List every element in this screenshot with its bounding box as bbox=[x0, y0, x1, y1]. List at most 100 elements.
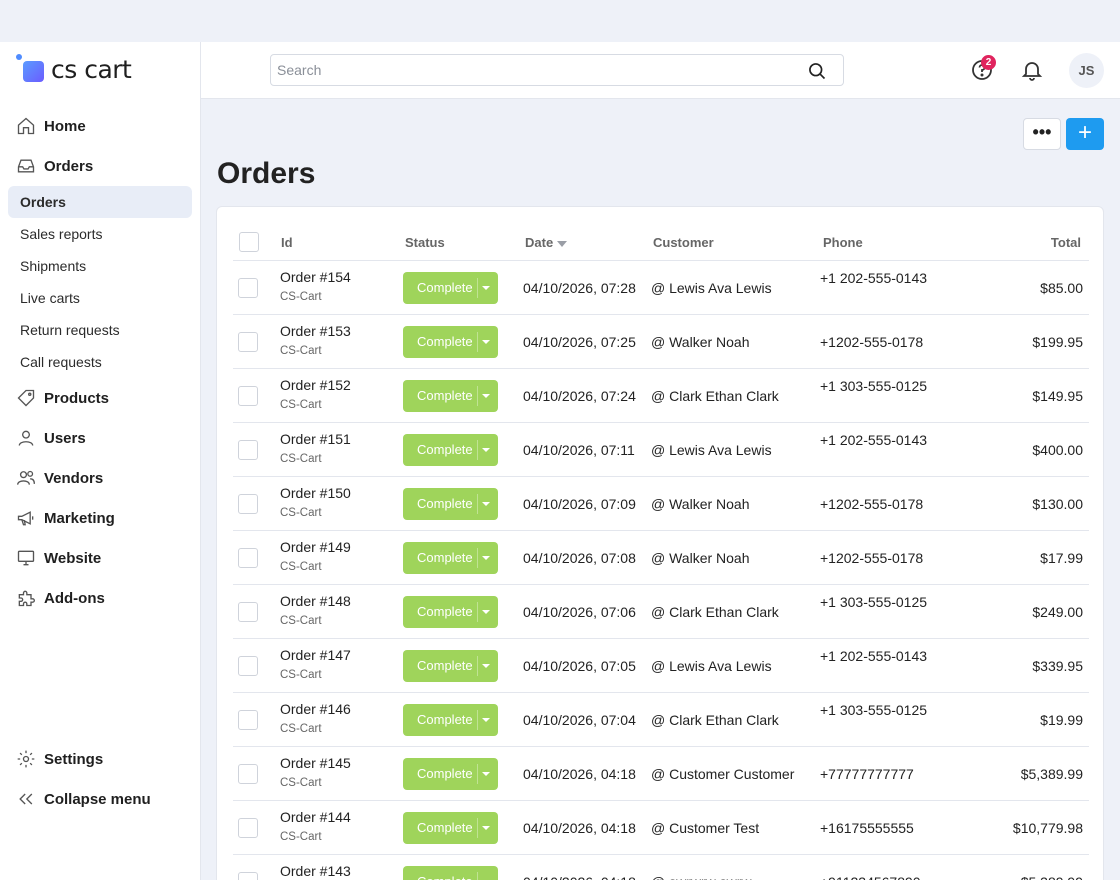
customer-link[interactable]: @ Clark Ethan Clark bbox=[651, 388, 779, 404]
row-checkbox[interactable] bbox=[238, 710, 258, 730]
table-row[interactable]: Order #143CS-CartComplete04/10/2026, 04:… bbox=[233, 855, 1089, 880]
table-row[interactable]: Order #144 CS-Cart Complete 04/10/2026, 04:… bbox=[233, 801, 1089, 855]
brand-logo[interactable]: cs cart bbox=[16, 54, 132, 84]
customer-link[interactable]: @ Walker Noah bbox=[651, 550, 750, 566]
sidebar-subitem-sales-reports[interactable]: Sales reports bbox=[0, 218, 200, 250]
status-dropdown[interactable]: Complete bbox=[403, 434, 498, 466]
customer-link[interactable]: @ Clark Ethan Clark bbox=[651, 604, 779, 620]
order-total: $339.95 bbox=[1032, 658, 1083, 674]
sidebar-subitem-call-requests[interactable]: Call requests bbox=[0, 346, 200, 378]
row-checkbox[interactable] bbox=[238, 494, 258, 514]
status-dropdown[interactable]: Complete bbox=[403, 326, 498, 358]
order-id-link[interactable]: Order #147 bbox=[280, 647, 351, 663]
table-row[interactable]: Order #146 CS-Cart Complete 04/10/2026, 07:… bbox=[233, 693, 1089, 747]
column-header-phone[interactable]: Phone bbox=[823, 235, 863, 250]
status-dropdown[interactable]: Complete bbox=[403, 380, 498, 412]
row-checkbox[interactable] bbox=[238, 278, 258, 298]
row-checkbox[interactable] bbox=[238, 548, 258, 568]
order-id-link[interactable]: Order #148 bbox=[280, 593, 351, 609]
customer-link[interactable]: @ Customer Customer bbox=[651, 766, 794, 782]
order-id-link[interactable]: Order #146 bbox=[280, 701, 351, 717]
sidebar-item-orders[interactable]: Orders bbox=[0, 146, 200, 186]
sidebar-item-marketing[interactable]: Marketing bbox=[0, 498, 200, 538]
customer-link[interactable]: @ Walker Noah bbox=[651, 334, 750, 350]
chevron-down-icon bbox=[479, 272, 493, 304]
row-checkbox[interactable] bbox=[238, 332, 258, 352]
search-input[interactable] bbox=[271, 55, 791, 85]
order-id-link[interactable]: Order #151 bbox=[280, 431, 351, 447]
chevron-down-icon bbox=[479, 488, 493, 520]
row-checkbox[interactable] bbox=[238, 818, 258, 838]
table-row[interactable]: Order #148 CS-Cart Complete 04/10/2026, 07:… bbox=[233, 585, 1089, 639]
user-icon bbox=[18, 430, 34, 446]
more-actions-button[interactable]: ••• bbox=[1023, 118, 1061, 150]
order-id-link[interactable]: Order #145 bbox=[280, 755, 351, 771]
table-row[interactable]: Order #154 CS-Cart Complete 04/10/2026, 07:… bbox=[233, 261, 1089, 315]
row-checkbox[interactable] bbox=[238, 602, 258, 622]
row-checkbox[interactable] bbox=[238, 764, 258, 784]
status-dropdown[interactable]: Complete bbox=[403, 758, 498, 790]
status-dropdown[interactable]: Complete bbox=[403, 272, 498, 304]
row-checkbox[interactable] bbox=[238, 872, 258, 880]
order-storefront: CS-Cart bbox=[280, 669, 322, 681]
status-dropdown[interactable]: Complete bbox=[403, 596, 498, 628]
sidebar-item-collapse-menu[interactable]: Collapse menu bbox=[0, 779, 200, 819]
table-row[interactable]: Order #145 CS-Cart Complete 04/10/2026, 04:… bbox=[233, 747, 1089, 801]
column-header-total[interactable]: Total bbox=[1051, 235, 1081, 250]
user-avatar[interactable]: JS bbox=[1069, 53, 1104, 88]
sidebar-item-website[interactable]: Website bbox=[0, 538, 200, 578]
table-row[interactable]: Order #147 CS-Cart Complete 04/10/2026, 07:… bbox=[233, 639, 1089, 693]
order-total: $130.00 bbox=[1032, 496, 1083, 512]
search-icon[interactable] bbox=[807, 61, 827, 81]
bell-icon[interactable] bbox=[1020, 58, 1044, 82]
customer-link[interactable]: @ Walker Noah bbox=[651, 496, 750, 512]
row-checkbox[interactable] bbox=[238, 440, 258, 460]
customer-link[interactable]: @ Customer Test bbox=[651, 820, 759, 836]
table-row[interactable]: Order #151 CS-Cart Complete 04/10/2026, 07:… bbox=[233, 423, 1089, 477]
order-id-link[interactable]: Order #153 bbox=[280, 323, 351, 339]
status-label: Complete bbox=[417, 280, 473, 295]
sidebar-subitem-live-carts[interactable]: Live carts bbox=[0, 282, 200, 314]
sidebar-subitem-return-requests[interactable]: Return requests bbox=[0, 314, 200, 346]
sidebar-subitem-shipments[interactable]: Shipments bbox=[0, 250, 200, 282]
add-order-button[interactable]: + bbox=[1066, 118, 1104, 150]
customer-link[interactable]: @ Lewis Ava Lewis bbox=[651, 442, 772, 458]
sidebar-item-users[interactable]: Users bbox=[0, 418, 200, 458]
page-title: Orders bbox=[217, 157, 316, 190]
customer-link[interactable]: @ swrwrw swrw bbox=[651, 874, 752, 880]
table-row[interactable]: Order #153 CS-Cart Complete 04/10/2026, 07:… bbox=[233, 315, 1089, 369]
sidebar-item-vendors[interactable]: Vendors bbox=[0, 458, 200, 498]
column-header-id[interactable]: Id bbox=[281, 235, 293, 250]
status-dropdown[interactable]: Complete bbox=[403, 488, 498, 520]
order-date: 04/10/2026, 07:24 bbox=[523, 388, 636, 404]
order-id-link[interactable]: Order #149 bbox=[280, 539, 351, 555]
status-dropdown[interactable]: Complete bbox=[403, 812, 498, 844]
sidebar-item-products[interactable]: Products bbox=[0, 378, 200, 418]
status-dropdown[interactable]: Complete bbox=[403, 704, 498, 736]
order-id-link[interactable]: Order #154 bbox=[280, 269, 351, 285]
status-dropdown[interactable]: Complete bbox=[403, 650, 498, 682]
status-dropdown[interactable]: Complete bbox=[403, 866, 498, 880]
table-row[interactable]: Order #149 CS-Cart Complete 04/10/2026, 07:… bbox=[233, 531, 1089, 585]
customer-link[interactable]: @ Clark Ethan Clark bbox=[651, 712, 779, 728]
customer-link[interactable]: @ Lewis Ava Lewis bbox=[651, 280, 772, 296]
order-id-link[interactable]: Order #150 bbox=[280, 485, 351, 501]
customer-link[interactable]: @ Lewis Ava Lewis bbox=[651, 658, 772, 674]
column-header-customer[interactable]: Customer bbox=[653, 235, 714, 250]
order-id-link[interactable]: Order #144 bbox=[280, 809, 351, 825]
order-id-link[interactable]: Order #143 bbox=[280, 863, 351, 879]
sidebar-item-home[interactable]: Home bbox=[0, 106, 200, 146]
column-header-date[interactable]: Date bbox=[525, 235, 567, 250]
row-checkbox[interactable] bbox=[238, 386, 258, 406]
status-divider bbox=[477, 548, 478, 568]
status-dropdown[interactable]: Complete bbox=[403, 542, 498, 574]
column-header-status[interactable]: Status bbox=[405, 235, 445, 250]
sidebar-item-add-ons[interactable]: Add-ons bbox=[0, 578, 200, 618]
select-all-checkbox[interactable] bbox=[239, 232, 259, 252]
table-row[interactable]: Order #152 CS-Cart Complete 04/10/2026, 07:… bbox=[233, 369, 1089, 423]
order-id-link[interactable]: Order #152 bbox=[280, 377, 351, 393]
sidebar-subitem-orders[interactable]: Orders bbox=[8, 186, 192, 218]
table-row[interactable]: Order #150 CS-Cart Complete 04/10/2026, 07:… bbox=[233, 477, 1089, 531]
sidebar-item-settings[interactable]: Settings bbox=[0, 739, 200, 779]
row-checkbox[interactable] bbox=[238, 656, 258, 676]
